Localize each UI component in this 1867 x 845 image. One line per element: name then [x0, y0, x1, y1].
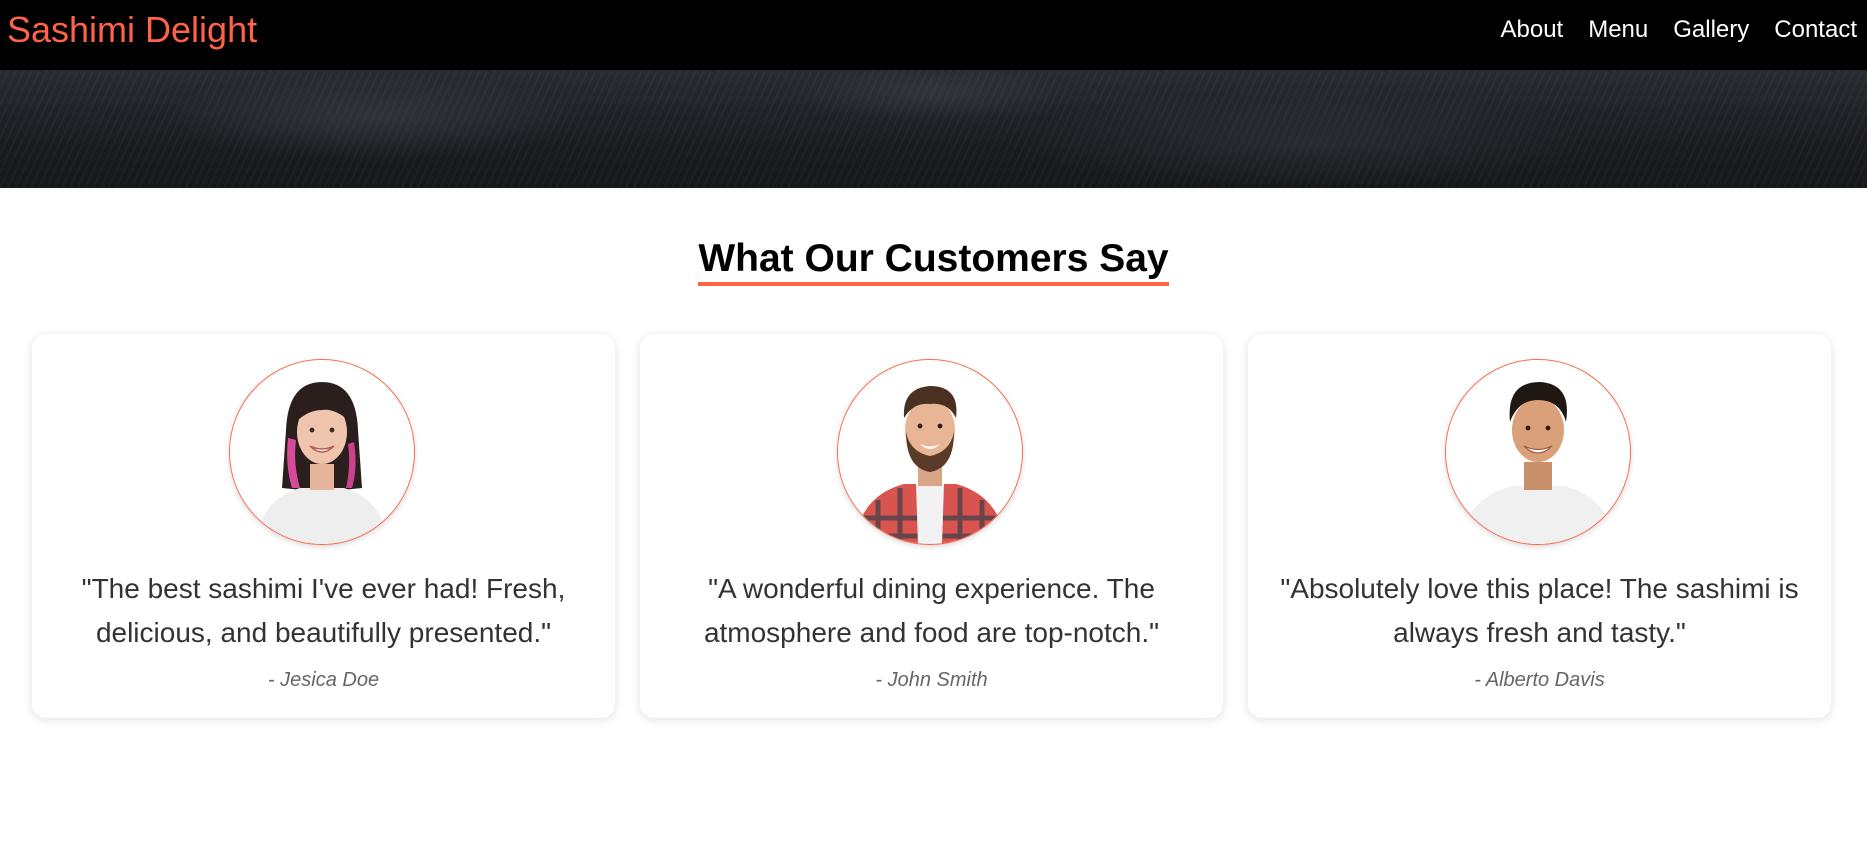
nav-link-about[interactable]: About: [1500, 15, 1563, 45]
brand-logo-link[interactable]: Sashimi Delight: [7, 9, 257, 51]
nav-link-gallery[interactable]: Gallery: [1673, 15, 1749, 45]
navbar: Sashimi Delight About Menu Gallery Conta…: [0, 0, 1867, 70]
testimonial-author: - Jesica Doe: [267, 669, 380, 691]
testimonials-list: "The best sashimi I've ever had! Fresh, …: [32, 334, 1832, 718]
testimonial-quote: "Absolutely love this place! The sashimi…: [1280, 573, 1799, 648]
testimonials-section-title: What Our Customers Say: [0, 236, 1867, 286]
testimonial-author: - Alberto Davis: [1474, 669, 1605, 691]
nav-link-contact[interactable]: Contact: [1774, 15, 1857, 45]
nav-links: About Menu Gallery Contact: [1500, 15, 1857, 45]
customer-avatar: [1445, 359, 1631, 545]
hero-banner: [0, 70, 1867, 188]
customer-avatar: [229, 359, 415, 545]
testimonial-card: "A wonderful dining experience. The atmo…: [640, 334, 1223, 718]
testimonial-card: "The best sashimi I've ever had! Fresh, …: [32, 334, 615, 718]
customer-avatar: [837, 359, 1023, 545]
testimonials-title-text: What Our Customers Say: [698, 236, 1169, 286]
testimonial-card: "Absolutely love this place! The sashimi…: [1248, 334, 1831, 718]
testimonial-quote: "A wonderful dining experience. The atmo…: [703, 573, 1160, 648]
nav-link-menu[interactable]: Menu: [1588, 15, 1648, 45]
testimonial-author: - John Smith: [875, 669, 988, 691]
testimonial-quote: "The best sashimi I've ever had! Fresh, …: [81, 573, 566, 648]
